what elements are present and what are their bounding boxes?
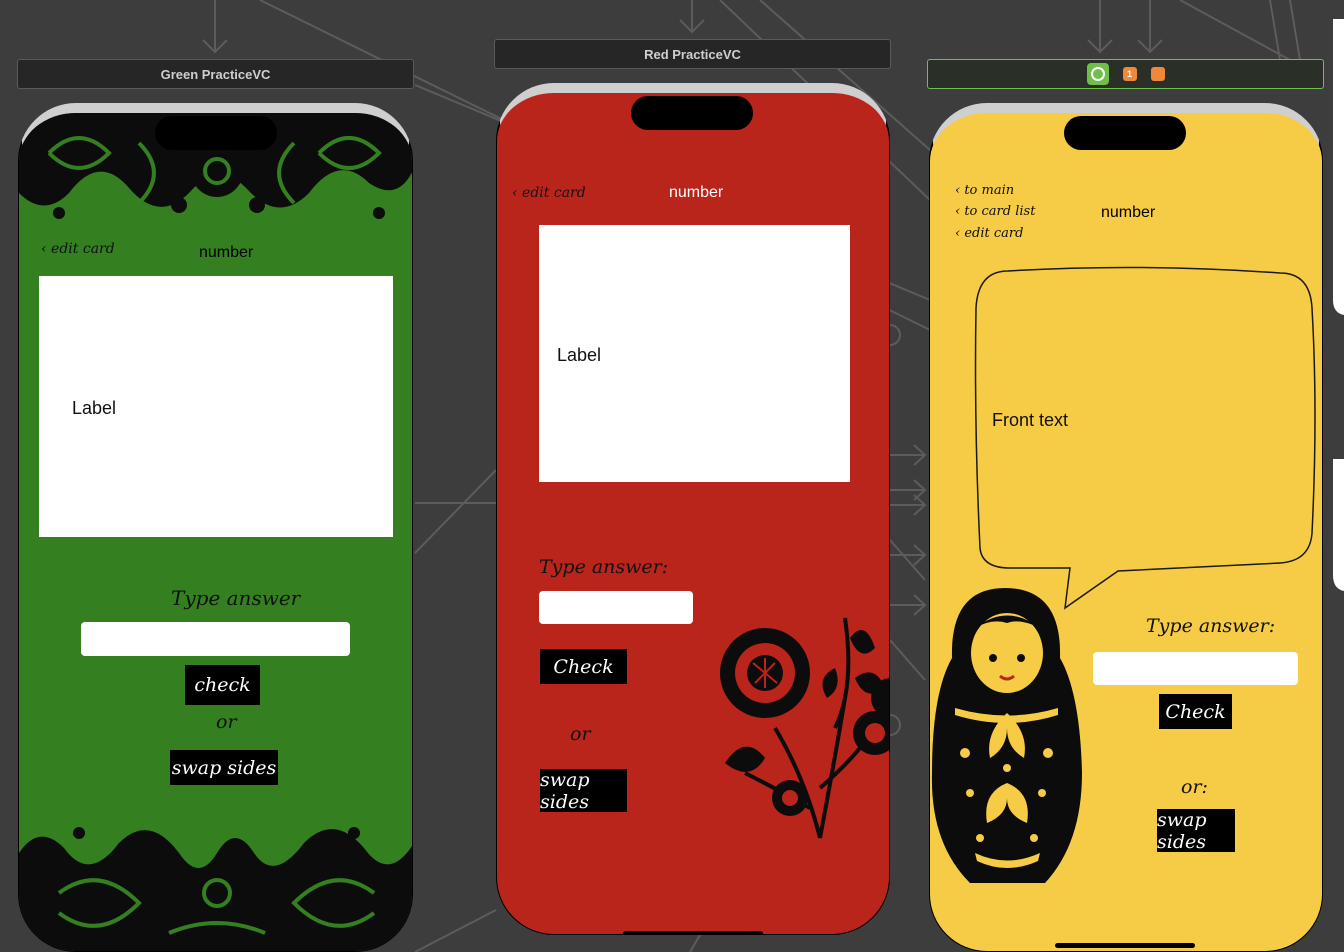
card-label: Label <box>72 398 117 418</box>
dynamic-island <box>631 96 753 130</box>
or-label: or <box>570 723 591 745</box>
scene-title-bar-green[interactable]: Green PracticeVC <box>17 59 414 89</box>
dynamic-island <box>155 116 277 150</box>
scene-title-bar-yellow[interactable]: 1 <box>927 59 1324 89</box>
check-button[interactable]: Check <box>540 649 627 684</box>
nav-title-number: number <box>669 184 724 201</box>
folk-pattern-bottom <box>19 827 412 951</box>
first-responder-icon[interactable]: 1 <box>1122 67 1137 81</box>
view-controller-icon[interactable] <box>1086 63 1109 85</box>
swap-sides-button[interactable]: swap sides <box>540 769 627 813</box>
answer-field[interactable] <box>1093 652 1298 685</box>
swap-sides-button[interactable]: swap sides <box>1157 809 1235 853</box>
exit-icon[interactable] <box>1150 67 1165 81</box>
back-button-to-main[interactable]: ‹ to main <box>955 183 1014 198</box>
or-label: or: <box>1181 776 1208 798</box>
answer-field[interactable] <box>81 622 350 656</box>
speech-bubble <box>974 266 1316 610</box>
answer-field[interactable] <box>539 591 693 624</box>
back-button-to-card-list[interactable]: ‹ to card list <box>955 204 1035 219</box>
phone-frame-green[interactable]: ‹ edit card number Label Type answer che… <box>18 103 413 952</box>
back-button-edit-card[interactable]: ‹ edit card <box>955 226 1023 241</box>
check-button[interactable]: Check <box>1159 694 1232 729</box>
nav-title-number: number <box>1101 204 1156 221</box>
home-indicator <box>623 931 763 934</box>
home-indicator <box>1055 943 1195 948</box>
nav-title-number: number <box>199 244 254 261</box>
scene-title: Red PracticeVC <box>644 46 741 62</box>
type-answer-label: Type answer: <box>1146 615 1276 637</box>
phone-frame-yellow[interactable]: ‹ to main ‹ to card list ‹ edit card num… <box>929 103 1323 952</box>
folk-flowers-decoration <box>720 617 889 839</box>
phone-frame-red[interactable]: ‹ edit card number Label Type answer: Ch… <box>496 83 890 935</box>
or-label: or <box>216 711 237 733</box>
card-label: Label <box>557 345 602 365</box>
back-button-edit-card[interactable]: ‹ edit card <box>41 241 115 257</box>
type-answer-label: Type answer <box>171 586 301 610</box>
back-button-edit-card[interactable]: ‹ edit card <box>512 185 586 201</box>
matryoshka-doll <box>931 588 1082 883</box>
front-text-label: Front text <box>992 410 1069 430</box>
scene-title: Green PracticeVC <box>160 66 271 82</box>
check-button[interactable]: check <box>185 665 260 705</box>
swap-sides-button[interactable]: swap sides <box>170 750 278 785</box>
scene-title-bar-red[interactable]: Red PracticeVC <box>494 39 891 69</box>
type-answer-label: Type answer: <box>539 556 669 578</box>
dynamic-island <box>1064 116 1186 150</box>
